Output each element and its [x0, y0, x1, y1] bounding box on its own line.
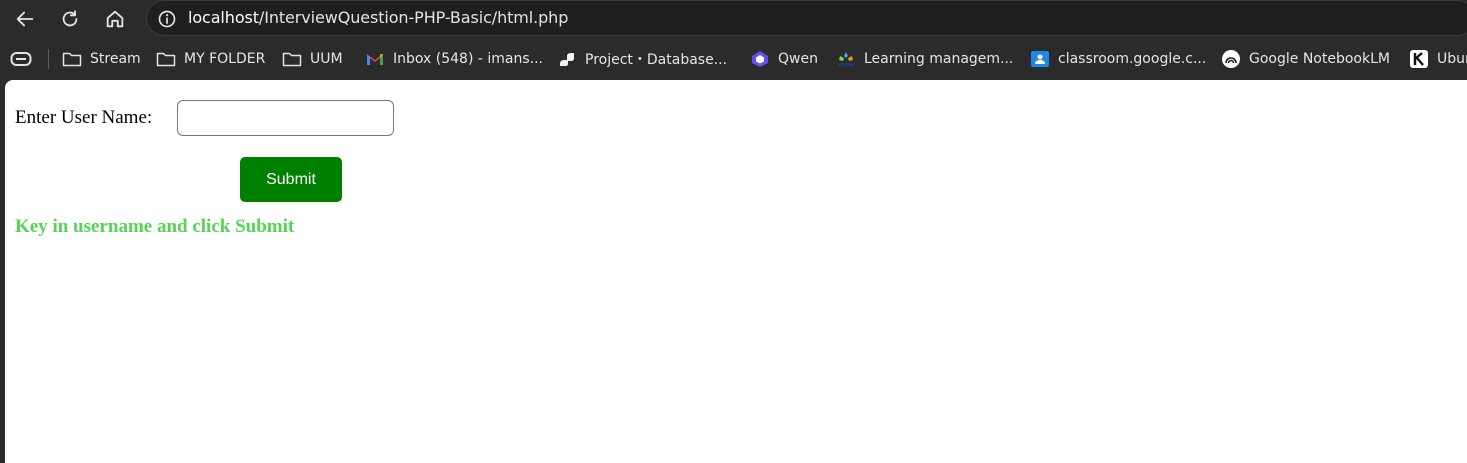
info-icon[interactable] — [157, 9, 177, 29]
reload-icon — [62, 10, 78, 27]
bookmark-my-folder[interactable]: MY FOLDER — [156, 48, 265, 70]
bookmark-qwen[interactable]: Qwen — [750, 48, 818, 70]
bookmark-classroom[interactable]: classroom.google.c... — [1030, 48, 1206, 70]
bookmarks-divider — [48, 49, 49, 69]
bookmark-stream[interactable]: Stream — [62, 48, 141, 70]
bookmark-inbox[interactable]: Inbox (548) - imans... — [365, 48, 543, 70]
bookmark-label: classroom.google.c... — [1058, 51, 1207, 67]
username-input[interactable] — [177, 100, 394, 136]
folder-icon — [282, 50, 302, 68]
bookmark-notebooklm[interactable]: Google NotebookLM — [1221, 48, 1390, 70]
bookmark-label: Project・Database... — [585, 52, 728, 68]
bookmark-uum[interactable]: UUM — [282, 48, 343, 70]
bookmark-label: Google NotebookLM — [1249, 51, 1390, 67]
home-icon — [106, 10, 124, 28]
lms-icon — [836, 50, 856, 68]
supabase-icon — [557, 50, 577, 68]
classroom-icon — [1030, 50, 1050, 68]
bookmark-label: Qwen — [778, 51, 818, 67]
gmail-icon — [365, 50, 385, 68]
url-path: /InterviewQuestion-PHP-Basic/html.php — [258, 8, 569, 27]
bookmark-ubuntu[interactable]: Ubun — [1409, 48, 1467, 70]
address-bar[interactable]: localhost/InterviewQuestion-PHP-Basic/ht… — [146, 0, 1467, 36]
bookmark-label: Ubun — [1437, 51, 1467, 67]
k-icon — [1409, 50, 1429, 68]
username-label: Enter User Name: — [15, 107, 153, 128]
home-button[interactable] — [100, 4, 130, 34]
folder-icon — [156, 50, 176, 68]
bookmark-label: MY FOLDER — [184, 51, 266, 67]
hint-message: Key in username and click Submit — [15, 216, 295, 237]
back-button[interactable] — [10, 4, 40, 34]
bookmark-label: Learning managem... — [864, 51, 1014, 67]
notebooklm-icon — [1221, 50, 1241, 68]
bookmark-label: Inbox (548) - imans... — [393, 51, 543, 67]
tab-search-icon[interactable] — [10, 50, 32, 68]
bookmarks-bar: Stream MY FOLDER UUM Inbox (548) - imans… — [0, 38, 1467, 80]
bookmark-project-database[interactable]: Project・Database... — [557, 48, 727, 70]
bookmark-learning-management[interactable]: Learning managem... — [836, 48, 1013, 70]
reload-button[interactable] — [55, 4, 85, 34]
url-text[interactable]: localhost/InterviewQuestion-PHP-Basic/ht… — [188, 8, 568, 27]
bookmark-label: Stream — [90, 51, 141, 67]
qwen-icon — [750, 50, 770, 68]
browser-toolbar: localhost/InterviewQuestion-PHP-Basic/ht… — [0, 0, 1467, 38]
url-host: localhost — [188, 8, 259, 27]
folder-icon — [62, 50, 82, 68]
submit-button[interactable]: Submit — [240, 157, 342, 202]
bookmark-label: UUM — [310, 51, 343, 67]
arrow-left-icon — [16, 11, 34, 27]
page-viewport: Enter User Name: Submit Key in username … — [5, 80, 1467, 463]
